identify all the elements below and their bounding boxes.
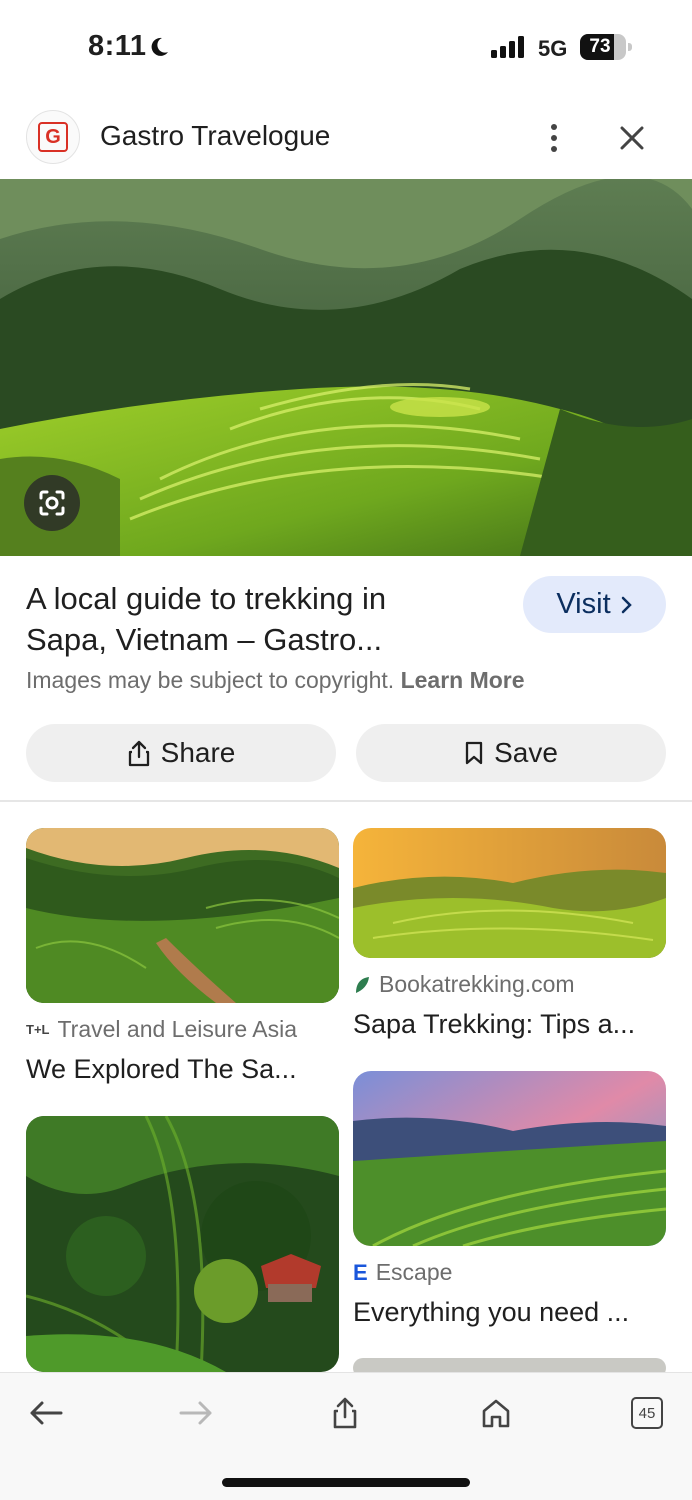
related-image-3[interactable] (26, 1116, 339, 1372)
related-title-3[interactable]: Everything you need ... (353, 1297, 629, 1328)
share-label: Share (160, 737, 236, 768)
divider (0, 800, 692, 802)
related-source-2[interactable]: Bookatrekking.com (353, 971, 575, 998)
result-title-line1: A local guide to trekking in (26, 581, 387, 616)
related-image-4[interactable] (353, 1071, 666, 1246)
more-vert-icon[interactable] (540, 120, 568, 156)
related-source-label-2: Bookatrekking.com (379, 971, 575, 997)
lens-icon (39, 490, 65, 516)
status-time: 8:11 (88, 30, 147, 62)
viewer-header: G Gastro Travelogue (0, 100, 692, 176)
home-button[interactable] (474, 1391, 518, 1435)
related-source-3[interactable]: E Escape (353, 1259, 452, 1286)
status-bar: 8:11 5G 73 (0, 0, 692, 96)
visit-button[interactable]: Visit (523, 576, 666, 633)
escape-favicon: E (353, 1259, 368, 1285)
related-image-2[interactable] (353, 828, 666, 958)
copyright-text: Images may be subject to copyright. (26, 667, 395, 693)
share-icon (333, 1397, 357, 1429)
close-icon[interactable] (614, 120, 650, 156)
battery-level: 73 (589, 36, 611, 57)
related-image-1[interactable] (26, 828, 339, 1003)
chevron-right-icon (621, 596, 632, 613)
related-title-1[interactable]: We Explored The Sa... (26, 1054, 297, 1085)
copyright-notice: Images may be subject to copyright. Lear… (26, 667, 525, 694)
related-source-label-1: Travel and Leisure Asia (57, 1016, 297, 1042)
bookmark-icon (465, 741, 483, 765)
tabs-icon: 45 (631, 1397, 663, 1429)
share-button[interactable]: Share (26, 724, 336, 782)
hero-image[interactable] (0, 179, 692, 556)
forward-arrow-icon (179, 1401, 212, 1425)
network-label: 5G (538, 36, 568, 61)
related-source-label-3: Escape (375, 1259, 453, 1285)
back-button[interactable] (24, 1391, 68, 1435)
leaf-icon (356, 976, 369, 993)
battery-icon: 73 (580, 34, 632, 60)
visit-label: Visit (556, 588, 611, 620)
home-indicator (222, 1478, 470, 1487)
learn-more-link[interactable]: Learn More (401, 667, 525, 693)
forward-button[interactable] (174, 1391, 218, 1435)
home-icon (482, 1399, 510, 1428)
google-lens-button[interactable] (24, 475, 80, 531)
result-title-line2: Sapa, Vietnam – Gastro... (26, 622, 383, 657)
back-arrow-icon (30, 1401, 63, 1425)
toolbar-share-button[interactable] (323, 1391, 367, 1435)
moon-icon (151, 37, 168, 56)
save-button[interactable]: Save (356, 724, 666, 782)
share-icon (128, 740, 149, 767)
related-title-2[interactable]: Sapa Trekking: Tips a... (353, 1009, 635, 1040)
site-logo[interactable]: G (26, 110, 80, 164)
site-logo-mark: G (38, 122, 68, 152)
save-label: Save (494, 737, 558, 768)
rice-terrace-image (0, 179, 692, 556)
related-source-1[interactable]: T+L Travel and Leisure Asia (26, 1016, 297, 1043)
tabs-button[interactable]: 45 (625, 1391, 669, 1435)
site-title[interactable]: Gastro Travelogue (100, 120, 330, 152)
result-title[interactable]: A local guide to trekking in Sapa, Vietn… (26, 578, 496, 660)
signal-icon (491, 36, 524, 58)
travel-leisure-favicon: T+L (26, 1022, 50, 1037)
